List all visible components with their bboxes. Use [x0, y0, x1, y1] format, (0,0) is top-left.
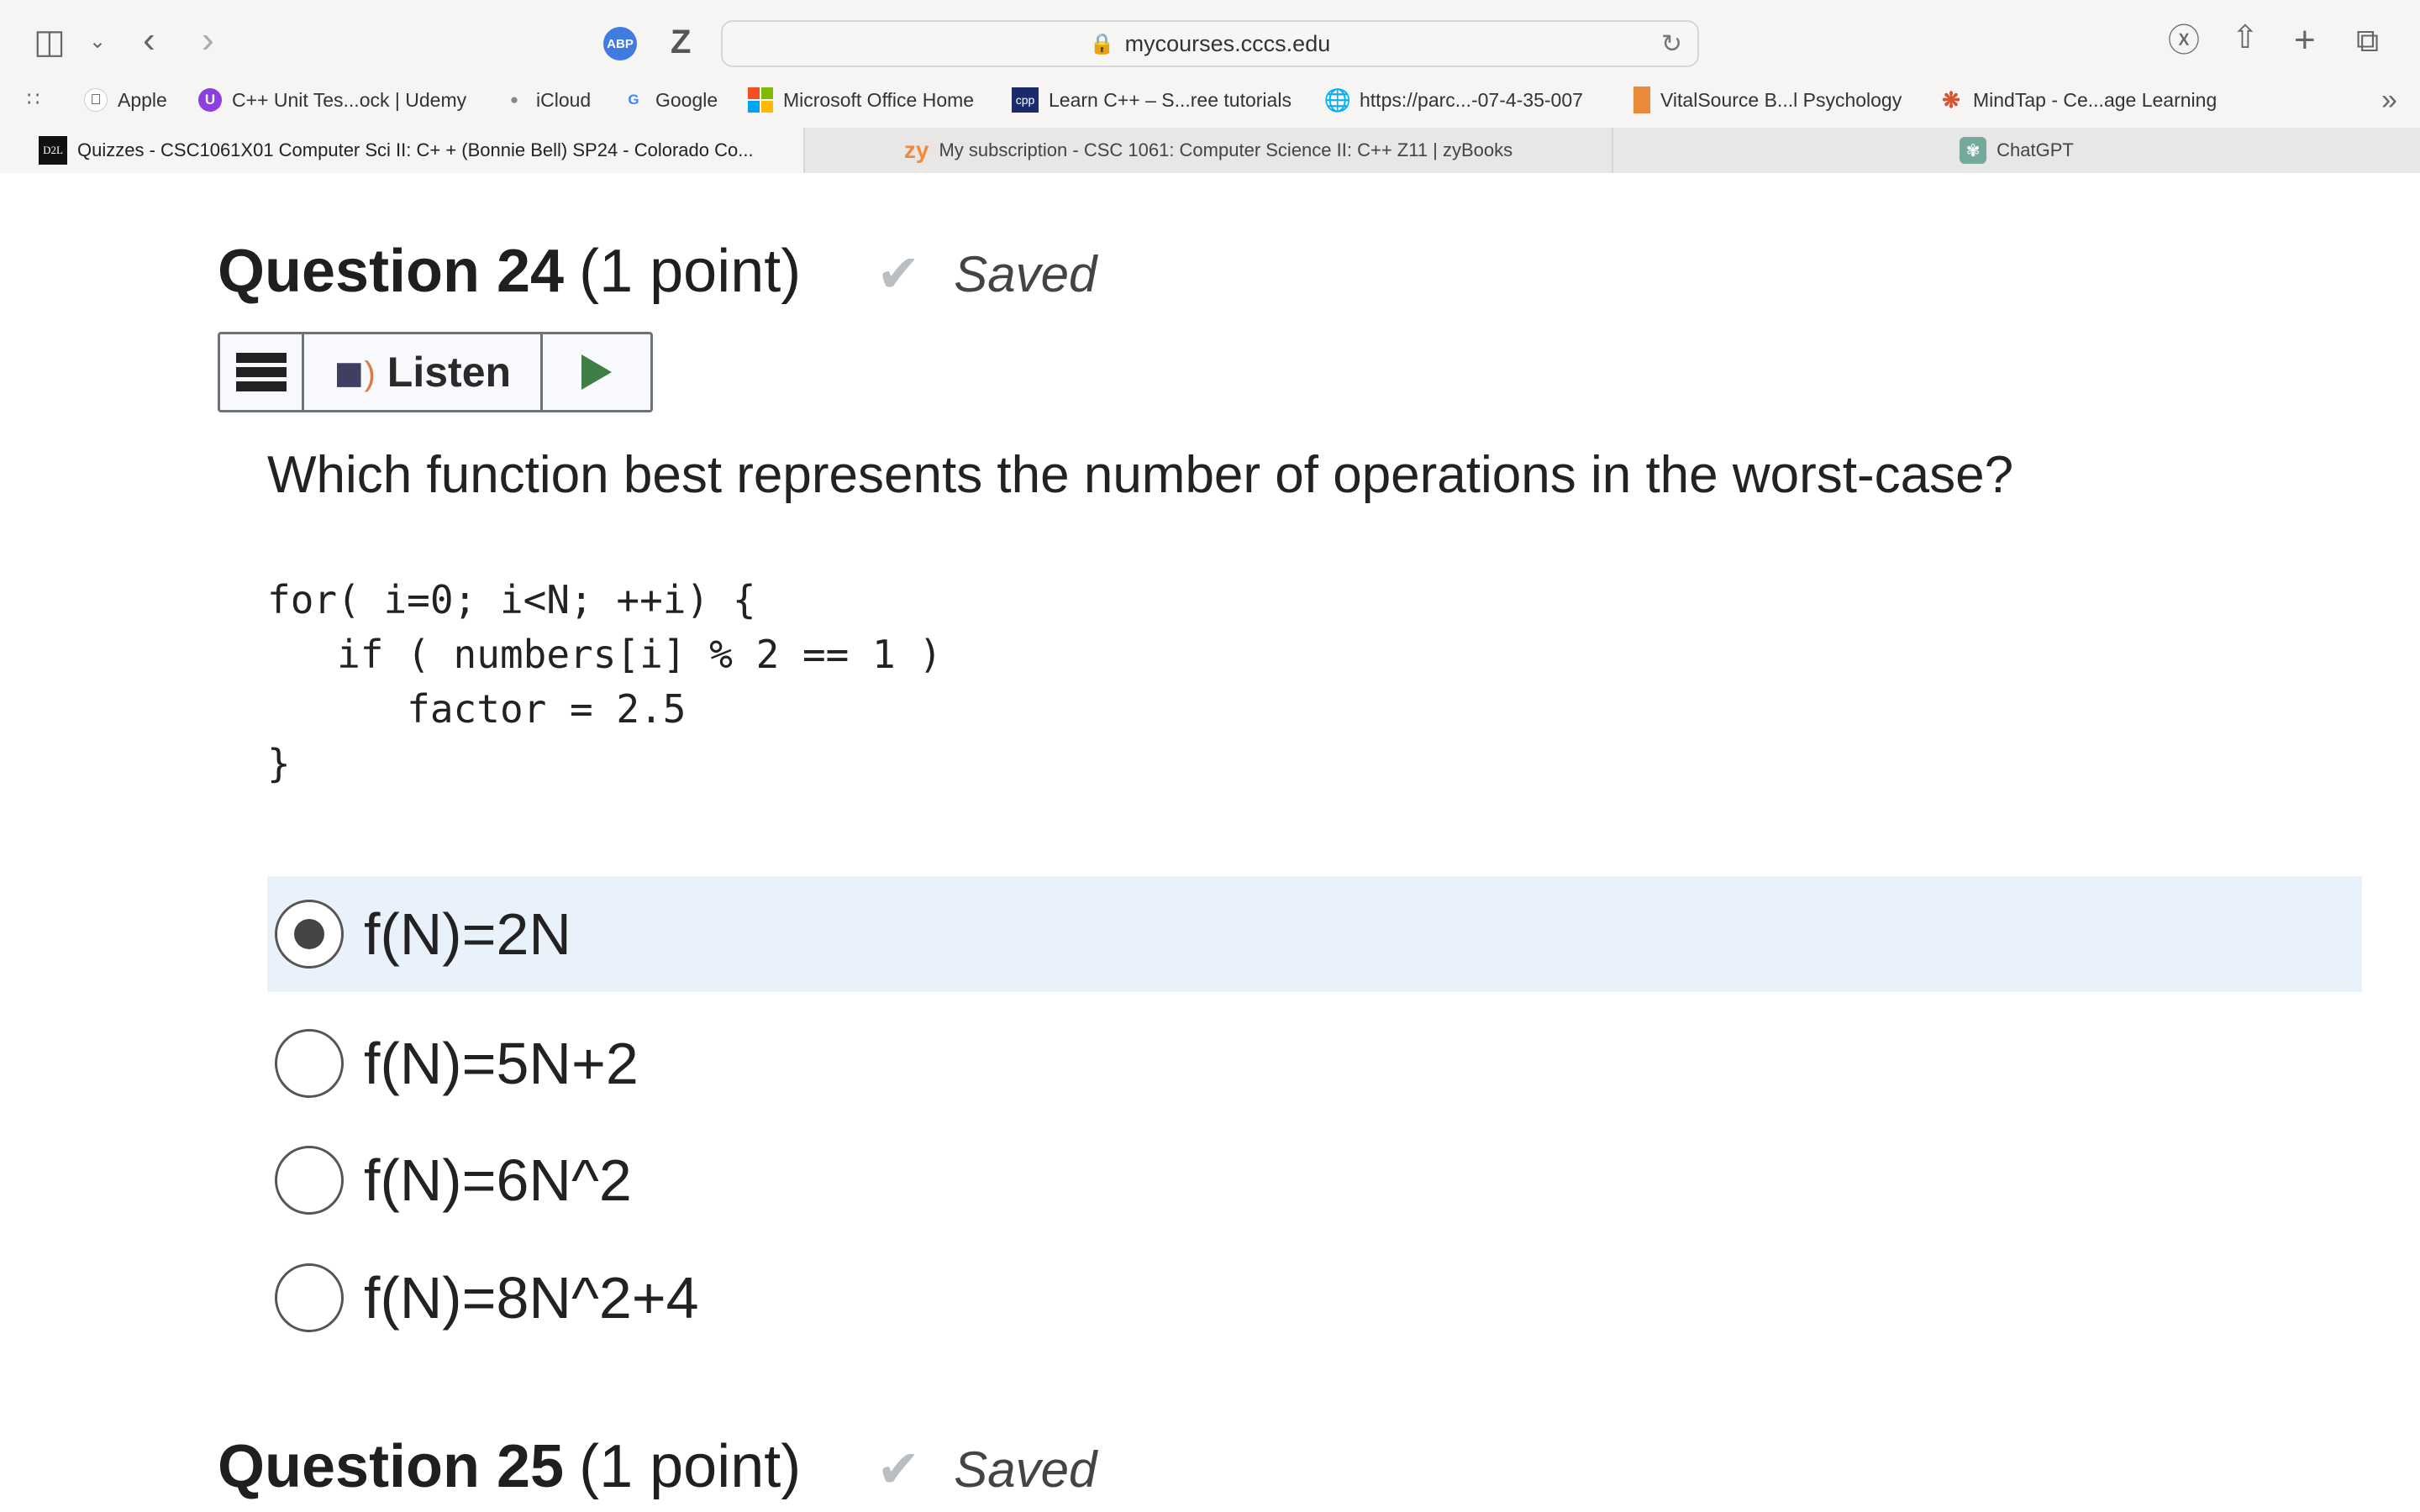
code-block: for( i=0; i<N; ++i) { if ( numbers[i] % …	[267, 573, 942, 791]
read-aloud-toolbar: ◼) Listen	[218, 332, 653, 412]
bookmark-mindtap[interactable]: ❋ MindTap - Ce...age Learning	[1939, 74, 2217, 126]
bookmark-udemy[interactable]: U C++ Unit Tes...ock | Udemy	[198, 74, 466, 126]
tab-label: Quizzes - CSC1061X01 Computer Sci II: C+…	[77, 139, 754, 160]
radio-button[interactable]	[275, 900, 344, 969]
bookmark-vitalsource[interactable]: VitalSource B...l Psychology	[1634, 74, 1902, 126]
bookmark-google[interactable]: G Google	[622, 74, 718, 126]
tab-chatgpt[interactable]: ✾ ChatGPT	[1613, 128, 2420, 173]
bookmark-label: C++ Unit Tes...ock | Udemy	[232, 88, 467, 111]
more-bookmarks-icon[interactable]: »	[2381, 84, 2397, 117]
microsoft-icon	[748, 87, 773, 113]
question-25-header: Question 25 (1 point) ✔ Saved	[218, 1432, 1097, 1501]
udemy-icon: U	[198, 88, 222, 112]
code-line: for( i=0; i<N; ++i) {	[267, 577, 756, 622]
downloads-icon[interactable]: ⓧ	[2168, 25, 2200, 57]
bookmark-apple[interactable]:  Apple	[84, 74, 167, 126]
bookmark-parc[interactable]: 🌐 https://parc...-07-4-35-007	[1323, 74, 1583, 126]
bookmark-label: Google	[655, 88, 718, 111]
check-icon: ✔	[876, 1441, 921, 1499]
question-24-header: Question 24 (1 point) ✔ Saved	[218, 237, 1097, 306]
question-title: Question 24	[218, 238, 565, 305]
question-title: Question 25	[218, 1433, 565, 1500]
tab-label: My subscription - CSC 1061: Computer Sci…	[939, 139, 1513, 160]
listen-button[interactable]: ◼) Listen	[304, 334, 543, 410]
tab-quizzes[interactable]: D2L Quizzes - CSC1061X01 Computer Sci II:…	[0, 128, 805, 173]
apple-icon: ●	[509, 92, 519, 108]
play-icon	[581, 354, 612, 390]
tab-label: ChatGPT	[1996, 139, 2074, 160]
z-extension-icon[interactable]: Z	[671, 24, 691, 61]
saved-status: Saved	[954, 246, 1097, 302]
sidebar-toggle-icon[interactable]: ◫	[34, 25, 66, 59]
option-label: f(N)=2N	[364, 901, 571, 967]
radio-button[interactable]	[275, 1146, 344, 1215]
chevron-down-icon[interactable]: ⌄	[89, 32, 106, 52]
tab-overview-icon[interactable]: ⧉	[2356, 25, 2379, 57]
code-line: factor = 2.5	[267, 686, 687, 732]
answer-option[interactable]: f(N)=5N+2	[267, 1005, 2362, 1121]
code-line: if ( numbers[i] % 2 == 1 )	[267, 632, 943, 677]
forward-icon[interactable]: ›	[202, 22, 214, 59]
check-icon: ✔	[876, 245, 921, 303]
cpp-icon: cpp	[1012, 87, 1039, 113]
reload-icon[interactable]: ↻	[1661, 29, 1682, 59]
bookmark-microsoft[interactable]: Microsoft Office Home	[748, 74, 974, 126]
vitalsource-icon	[1634, 87, 1650, 113]
question-points: (1 point)	[579, 238, 802, 305]
bookmark-label: https://parc...-07-4-35-007	[1360, 88, 1583, 111]
code-line: }	[267, 741, 291, 786]
back-icon[interactable]: ‹	[143, 22, 155, 59]
bookmark-label: iCloud	[536, 88, 592, 111]
bookmark-label: Learn C++ – S...ree tutorials	[1049, 88, 1292, 111]
answer-option[interactable]: f(N)=6N^2	[267, 1122, 2362, 1238]
bookmark-label: MindTap - Ce...age Learning	[1973, 88, 2217, 111]
apple-icon: 	[84, 88, 108, 112]
option-label: f(N)=5N+2	[364, 1031, 639, 1096]
url-text: mycourses.cccs.edu	[1124, 30, 1331, 56]
question-points: (1 point)	[579, 1433, 802, 1500]
share-icon[interactable]: ⇧	[2232, 22, 2259, 54]
zybooks-icon: zy	[903, 137, 929, 163]
speaker-icon: ◼)	[333, 351, 376, 393]
menu-button[interactable]	[220, 334, 304, 410]
grid-icon[interactable]: ∷	[27, 87, 39, 112]
radio-button[interactable]	[275, 1029, 344, 1098]
option-label: f(N)=8N^2+4	[364, 1265, 699, 1331]
listen-label: Listen	[387, 349, 512, 396]
answer-option[interactable]: f(N)=2N	[267, 876, 2362, 992]
new-tab-icon[interactable]: +	[2294, 22, 2316, 59]
bookmark-label: Apple	[118, 88, 167, 111]
d2l-icon: D2L	[39, 136, 67, 165]
option-label: f(N)=6N^2	[364, 1147, 632, 1213]
tab-zybooks[interactable]: zy My subscription - CSC 1061: Computer S…	[805, 128, 1613, 173]
saved-status: Saved	[954, 1441, 1097, 1498]
adblock-icon[interactable]: ABP	[603, 27, 637, 60]
question-prompt: Which function best represents the numbe…	[267, 446, 2014, 504]
play-button[interactable]	[543, 334, 650, 410]
answer-option[interactable]: f(N)=8N^2+4	[267, 1240, 2362, 1356]
radio-button[interactable]	[275, 1263, 344, 1332]
menu-icon	[235, 353, 287, 391]
globe-icon: 🌐	[1323, 87, 1352, 113]
lock-icon: 🔒	[1089, 32, 1115, 55]
address-bar[interactable]: 🔒 mycourses.cccs.edu ↻	[721, 20, 1699, 67]
bookmark-label: Microsoft Office Home	[783, 88, 975, 111]
browser-chrome: ◫ ⌄ ‹ › ABP Z 🔒 mycourses.cccs.edu ↻ ⓧ ⇧…	[0, 0, 2420, 173]
google-icon: G	[628, 92, 639, 108]
tab-bar: D2L Quizzes - CSC1061X01 Computer Sci II:…	[0, 128, 2420, 173]
bookmark-learncpp[interactable]: cpp Learn C++ – S...ree tutorials	[1012, 74, 1292, 126]
bookmark-icloud[interactable]: ● iCloud	[502, 74, 591, 126]
bookmark-label: VitalSource B...l Psychology	[1660, 88, 1902, 111]
mindtap-icon: ❋	[1942, 87, 1960, 113]
chatgpt-icon: ✾	[1960, 137, 1987, 164]
